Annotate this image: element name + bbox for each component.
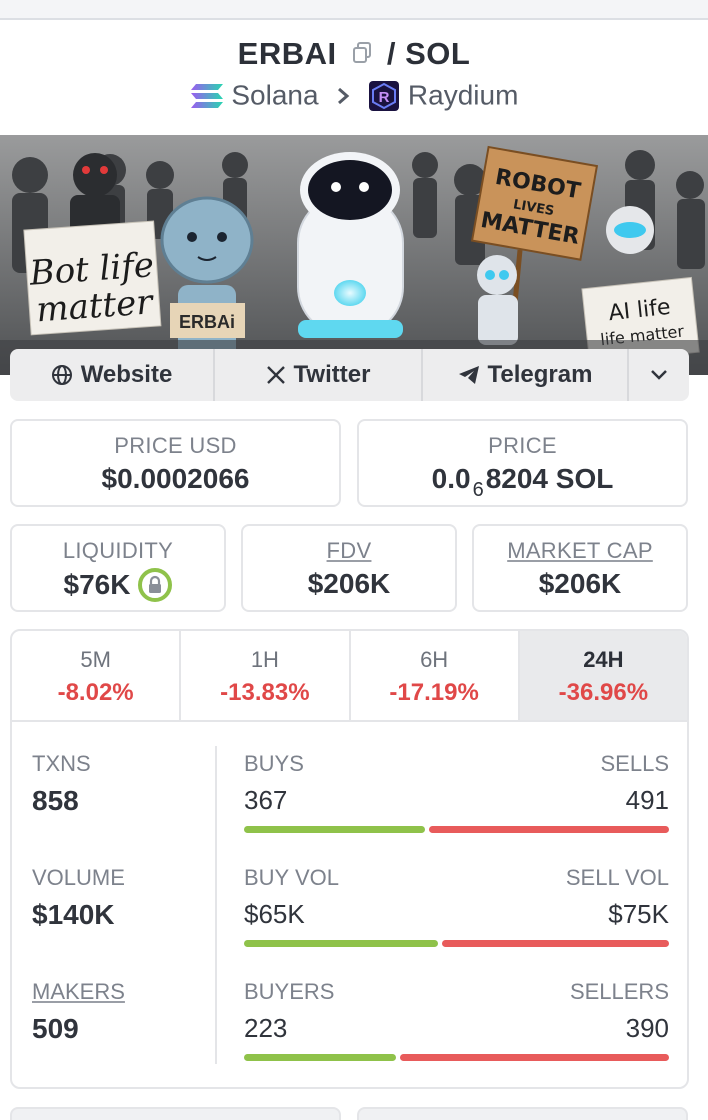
price-usd-label: PRICE USD <box>114 433 237 458</box>
sell-vol-label: SELL VOL <box>565 865 669 890</box>
dex-name[interactable]: Raydium <box>408 80 518 111</box>
buy-bar-segment <box>244 940 438 947</box>
market-cap-value: $206K <box>538 568 622 599</box>
buyers-sellers-bar <box>244 1054 669 1061</box>
globe-icon <box>51 365 72 385</box>
buy-vol-label: BUY VOL <box>244 865 339 890</box>
x-logo-icon <box>266 366 285 384</box>
stats-divider <box>215 746 217 1064</box>
buyers-label: BUYERS <box>244 979 335 1004</box>
volume-stat: VOLUME $140K <box>32 865 212 931</box>
tab-change: -8.02% <box>57 679 134 706</box>
next-card-right[interactable] <box>357 1107 688 1120</box>
telegram-icon <box>458 366 479 384</box>
volume-label: VOLUME <box>32 865 125 890</box>
chain-name[interactable]: Solana <box>231 80 318 111</box>
pair-separator: / <box>386 36 396 72</box>
tab-1h[interactable]: 1H -13.83% <box>181 631 351 720</box>
chevron-down-icon <box>651 370 667 380</box>
fdv-card: FDV $206K <box>241 524 457 612</box>
tab-change: -36.96% <box>558 679 649 706</box>
sells-label: SELLS <box>600 751 670 776</box>
fdv-value: $206K <box>307 568 391 599</box>
buyers-value: 223 <box>244 1013 288 1043</box>
price-native-unit: SOL <box>555 463 614 494</box>
makers-label[interactable]: MAKERS <box>32 979 212 1005</box>
trading-stats-panel: 5M -8.02% 1H -13.83% 6H -17.19% 24H -36.… <box>10 629 689 1089</box>
buy-bar-segment <box>244 1054 396 1061</box>
liquidity-value: $76K <box>63 569 131 600</box>
lock-icon[interactable] <box>138 568 173 602</box>
price-native-label: PRICE <box>488 433 557 458</box>
copy-icon[interactable] <box>352 36 372 72</box>
makers-stat: MAKERS 509 <box>32 979 212 1045</box>
price-native-card: PRICE 0.0 68204 SOL <box>357 419 688 507</box>
tab-6h[interactable]: 6H -17.19% <box>351 631 520 720</box>
market-cap-label[interactable]: MARKET CAP <box>474 538 686 564</box>
liquidity-card: LIQUIDITY $76K <box>10 524 226 612</box>
price-usd-card: PRICE USD $0.0002066 <box>10 419 341 507</box>
buys-sells-bar <box>244 826 669 833</box>
telegram-label: Telegram <box>487 361 593 388</box>
quote-token: SOL <box>405 36 471 72</box>
top-edge <box>0 0 708 20</box>
more-links-button[interactable] <box>629 349 689 401</box>
pair-title: ERBAI / SOL <box>0 36 708 76</box>
tab-change: -13.83% <box>220 679 310 706</box>
sell-bar-segment <box>441 940 669 947</box>
makers-value: 509 <box>32 1013 79 1044</box>
liquidity-value-row: $76K <box>12 568 224 602</box>
buys-label: BUYS <box>244 751 304 776</box>
svg-text:ERBAi: ERBAi <box>179 312 235 332</box>
chain-dex-breadcrumb: Solana R Raydium <box>0 78 708 112</box>
buy-bar-segment <box>244 826 426 833</box>
next-card-left[interactable] <box>10 1107 341 1120</box>
price-native-value: 0.0 68204 SOL <box>359 463 686 501</box>
buys-value: 367 <box>244 785 288 815</box>
sell-vol-value: $75K <box>608 899 669 929</box>
tab-change: -17.19% <box>389 679 479 706</box>
telegram-button[interactable]: Telegram <box>423 349 629 401</box>
market-cap-card: MARKET CAP $206K <box>472 524 688 612</box>
base-token: ERBAI <box>237 36 337 72</box>
volume-value: $140K <box>32 899 115 930</box>
fdv-label[interactable]: FDV <box>243 538 455 564</box>
price-native-zero-count: 6 <box>472 479 484 501</box>
sell-bar-segment <box>429 826 669 833</box>
svg-text:matter: matter <box>35 282 155 330</box>
solana-icon <box>190 83 223 108</box>
price-usd-value: $0.0002066 <box>101 463 250 494</box>
buy-sell-volume-bar <box>244 940 669 947</box>
svg-text:R: R <box>379 89 390 106</box>
timeframe-tabs: 5M -8.02% 1H -13.83% 6H -17.19% 24H -36.… <box>12 631 687 722</box>
sellers-label: SELLERS <box>569 979 669 1004</box>
social-links-bar: Website Twitter Telegram <box>10 349 689 401</box>
price-native-digits: 8204 <box>485 463 548 494</box>
tab-label: 1H <box>250 647 279 672</box>
buy-vol-value: $65K <box>244 899 305 929</box>
buyers-sellers-stat: BUYERS SELLERS 223 390 <box>244 979 669 1061</box>
raydium-icon: R <box>369 80 400 111</box>
website-button[interactable]: Website <box>10 349 215 401</box>
sell-bar-segment <box>399 1054 669 1061</box>
twitter-label: Twitter <box>293 361 371 388</box>
buys-sells-stat: BUYS SELLS 367 491 <box>244 751 669 833</box>
liquidity-label: LIQUIDITY <box>62 538 174 563</box>
price-native-prefix: 0.0 <box>431 463 471 494</box>
tab-5m[interactable]: 5M -8.02% <box>12 631 182 720</box>
website-label: Website <box>80 361 173 388</box>
tab-label: 24H <box>583 647 624 672</box>
tab-24h[interactable]: 24H -36.96% <box>519 631 687 720</box>
twitter-button[interactable]: Twitter <box>215 349 423 401</box>
sells-value: 491 <box>625 785 669 815</box>
tab-label: 5M <box>80 647 111 672</box>
token-banner-image: Bot life matter ERBAi ROBOT LIVES MATTER <box>0 135 708 375</box>
txns-label: TXNS <box>32 751 91 776</box>
buy-sell-volume-stat: BUY VOL SELL VOL $65K $75K <box>244 865 669 947</box>
sellers-value: 390 <box>625 1013 669 1043</box>
tab-label: 6H <box>420 647 449 672</box>
txns-value: 858 <box>32 785 79 816</box>
chevron-right-icon <box>336 80 350 112</box>
txns-stat: TXNS 858 <box>32 751 212 817</box>
